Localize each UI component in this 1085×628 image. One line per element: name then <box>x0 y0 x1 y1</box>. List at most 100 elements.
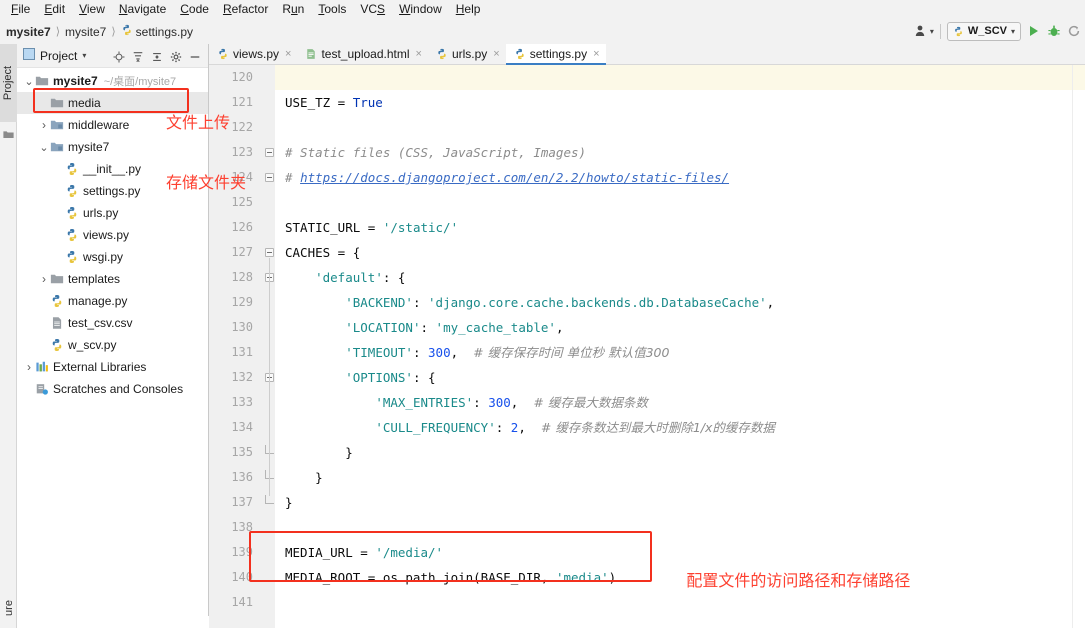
code-editor[interactable]: 120 121 122 123 124 125 126 127 128 129 130 131 132 1… <box>209 65 1085 628</box>
chevron-down-icon: ▾ <box>929 26 934 36</box>
tree-item-label: urls.py <box>83 206 119 220</box>
line-number: 141 <box>231 595 253 609</box>
editor-scrollbar[interactable] <box>1072 65 1085 628</box>
close-icon[interactable]: × <box>416 48 422 60</box>
chevron-right-icon[interactable]: › <box>23 360 35 374</box>
python-file-icon <box>217 48 229 60</box>
chevron-down-icon[interactable]: ▾ <box>82 51 86 60</box>
code-line: CACHES = { <box>285 245 361 260</box>
python-file-icon <box>65 184 79 198</box>
settings-gear-icon[interactable] <box>170 50 182 62</box>
run-configuration-selector[interactable]: W_SCV ▾ <box>946 21 1021 41</box>
code-fold-end-marker[interactable] <box>265 495 274 504</box>
python-file-icon <box>65 228 79 242</box>
editor-tab-test-upload-html[interactable]: test_upload.html × <box>297 44 428 64</box>
tool-window-tab-structure[interactable]: ure <box>0 588 17 628</box>
line-number: 128 <box>231 270 253 284</box>
editor-tab-settings-py[interactable]: settings.py × <box>505 44 606 65</box>
tree-item-test-csv-csv[interactable]: test_csv.csv <box>17 312 208 334</box>
editor-tab-urls-py[interactable]: urls.py × <box>428 44 506 64</box>
menu-item-window[interactable]: Window <box>392 1 449 19</box>
python-file-icon <box>121 23 133 41</box>
menu-item-help[interactable]: Help <box>449 1 488 19</box>
menu-item-refactor[interactable]: Refactor <box>216 1 275 19</box>
annotation-media-folder: 文件上传 存储文件夹 <box>166 113 247 192</box>
tree-item-w-scv-py[interactable]: w_scv.py <box>17 334 208 356</box>
chevron-down-icon[interactable]: ⌄ <box>38 141 50 154</box>
chevron-right-icon[interactable]: › <box>38 118 50 132</box>
code-fold-collapse-icon[interactable] <box>265 148 274 157</box>
run-coverage-icon[interactable] <box>1067 24 1081 38</box>
toolbar-right-cluster: ▾ W_SCV ▾ <box>914 20 1081 42</box>
line-number: 135 <box>231 445 253 459</box>
code-line: } <box>285 470 323 485</box>
run-play-icon[interactable] <box>1027 24 1041 38</box>
close-icon[interactable]: × <box>285 48 291 60</box>
menu-item-edit[interactable]: Edit <box>37 1 72 19</box>
line-number: 138 <box>231 520 253 534</box>
editor-area: views.py × test_upload.html × urls.py × settin… <box>209 44 1085 628</box>
python-file-icon <box>514 48 526 60</box>
editor-tab-views-py[interactable]: views.py × <box>209 44 297 64</box>
hide-panel-icon[interactable] <box>189 50 201 62</box>
code-fold-collapse-icon[interactable] <box>265 173 274 182</box>
tree-item-label: settings.py <box>83 184 141 198</box>
tree-item-label: wsgi.py <box>83 250 124 264</box>
project-panel-footer <box>17 616 209 628</box>
collapse-all-icon[interactable] <box>151 50 163 62</box>
toolbar-divider <box>939 23 941 39</box>
line-number: 140 <box>231 570 253 584</box>
line-number: 137 <box>231 495 253 509</box>
close-icon[interactable]: × <box>593 48 599 60</box>
menu-item-code[interactable]: Code <box>173 1 216 19</box>
folder-icon <box>50 96 64 110</box>
editor-tab-label: views.py <box>233 47 280 61</box>
breadcrumb-item-package[interactable]: mysite7 <box>65 25 106 39</box>
tree-item-label: middleware <box>68 118 130 132</box>
expand-all-icon[interactable] <box>132 50 144 62</box>
close-icon[interactable]: × <box>493 48 499 60</box>
chevron-right-icon[interactable]: › <box>38 272 50 286</box>
project-panel-toolbar <box>113 50 204 62</box>
tree-item-wsgi-py[interactable]: wsgi.py <box>17 246 208 268</box>
menu-item-file[interactable]: File <box>4 1 37 19</box>
tree-item-manage-py[interactable]: manage.py <box>17 290 208 312</box>
locate-target-icon[interactable] <box>113 50 125 62</box>
tree-item-label: __init__.py <box>83 162 142 176</box>
libraries-icon <box>35 360 49 374</box>
code-content[interactable]: USE_TZ = True # Static files (CSS, JavaS… <box>275 65 1085 628</box>
debug-bug-icon[interactable] <box>1047 24 1061 38</box>
menu-item-vcs[interactable]: VCS <box>353 1 392 19</box>
tree-item-label: mysite7 <box>68 140 110 154</box>
menu-item-view[interactable]: View <box>72 1 112 19</box>
breadcrumb-item-file[interactable]: settings.py <box>136 25 193 39</box>
breadcrumb-item-project[interactable]: mysite7 <box>6 25 51 39</box>
code-line: # https://docs.djangoproject.com/en/2.2/… <box>285 170 730 185</box>
menu-item-navigate[interactable]: Navigate <box>112 1 173 19</box>
tool-window-tab-project[interactable]: Project <box>0 44 17 122</box>
python-file-icon <box>65 250 79 264</box>
tree-item-templates[interactable]: › templates <box>17 268 208 290</box>
code-fold-gutter[interactable] <box>262 65 275 628</box>
code-line: USE_TZ = True <box>285 95 383 110</box>
chevron-down-icon: ▾ <box>1010 26 1015 36</box>
tree-item-scratches-and-consoles[interactable]: Scratches and Consoles <box>17 378 208 400</box>
line-number: 136 <box>231 470 253 484</box>
python-file-icon <box>50 338 64 352</box>
chevron-down-icon[interactable]: ⌄ <box>23 75 35 88</box>
code-fold-collapse-icon[interactable] <box>265 248 274 257</box>
tree-item-external-libraries[interactable]: › External Libraries <box>17 356 208 378</box>
project-panel-icon <box>23 47 35 65</box>
user-profile-icon[interactable]: ▾ <box>914 24 934 38</box>
menu-item-run[interactable]: Run <box>275 1 311 19</box>
menu-item-tools[interactable]: Tools <box>311 1 353 19</box>
line-number: 132 <box>231 370 253 384</box>
